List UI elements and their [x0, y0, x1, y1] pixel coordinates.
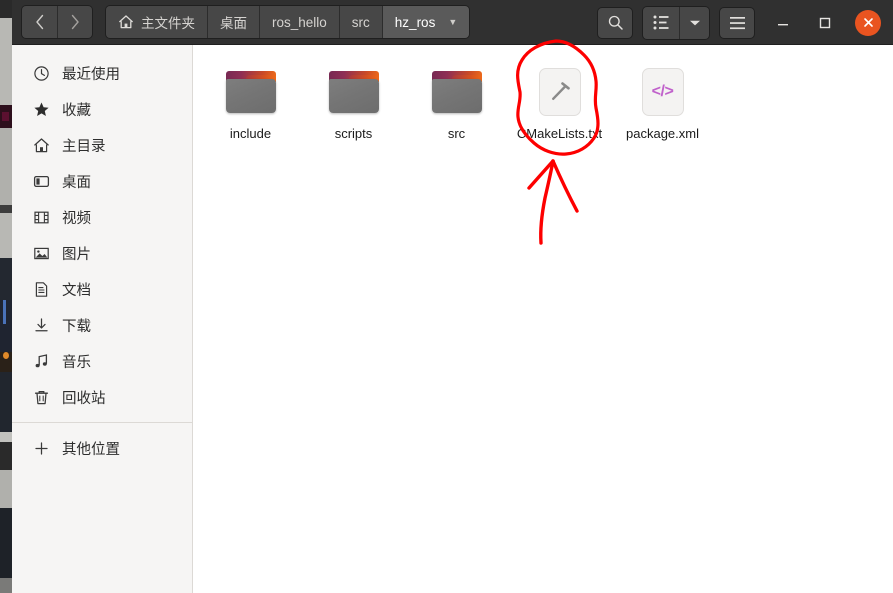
sidebar-divider — [12, 422, 192, 423]
sidebar-item-label: 图片 — [62, 246, 91, 263]
close-button[interactable] — [855, 9, 881, 36]
icon-grid: include scripts src CMakeLists.txt </> p… — [193, 61, 893, 150]
minimize-icon — [778, 23, 788, 25]
breadcrumb-label: 桌面 — [220, 16, 247, 31]
file-name-label: include — [229, 126, 272, 141]
background-desktop-strip — [0, 0, 12, 593]
search-icon — [608, 15, 623, 30]
file-name-label: src — [447, 126, 466, 141]
sidebar-item-desktop[interactable]: 桌面 — [18, 163, 186, 199]
breadcrumb-item-hz-ros[interactable]: hz_ros ▼ — [381, 6, 470, 38]
hamburger-menu-icon — [729, 16, 745, 29]
clock-icon — [32, 64, 50, 82]
breadcrumb-item-ros-hello[interactable]: ros_hello — [259, 6, 339, 38]
sidebar-item-videos[interactable]: 视频 — [18, 199, 186, 235]
sidebar-item-label: 下载 — [62, 318, 91, 335]
breadcrumb-label: 主文件夹 — [141, 16, 195, 31]
folder-icon — [224, 65, 278, 119]
header-toolbar — [588, 0, 893, 45]
music-note-icon — [32, 352, 50, 370]
back-button[interactable] — [22, 6, 57, 38]
sidebar: 最近使用 收藏 主目录 桌面 视频 图片 文档 下载 音乐 回收站 其他位置 — [12, 45, 193, 593]
film-icon — [32, 208, 50, 226]
list-view-button[interactable] — [643, 6, 679, 39]
maximize-button[interactable] — [811, 9, 839, 37]
breadcrumb-item-home[interactable]: 主文件夹 — [106, 6, 207, 38]
chevron-down-icon — [689, 20, 700, 25]
sidebar-item-label: 回收站 — [62, 390, 106, 407]
maximize-icon — [819, 17, 831, 28]
file-item-package-xml[interactable]: </> package.xml — [611, 61, 714, 150]
chevron-down-icon[interactable]: ▼ — [448, 17, 457, 27]
home-icon — [32, 136, 50, 154]
file-item-include[interactable]: include — [199, 61, 302, 150]
bg-accent — [2, 112, 9, 121]
desktop-icon — [32, 172, 50, 190]
sidebar-item-starred[interactable]: 收藏 — [18, 91, 186, 127]
file-name-label: CMakeLists.txt — [516, 126, 603, 141]
close-icon — [863, 18, 873, 27]
sidebar-item-other-locations[interactable]: 其他位置 — [18, 430, 186, 466]
breadcrumb-item-src[interactable]: src — [338, 6, 382, 38]
hammer-icon — [551, 82, 570, 100]
breadcrumb-label: hz_ros — [394, 14, 436, 30]
main-menu-button[interactable] — [719, 6, 755, 39]
list-view-icon — [653, 15, 669, 30]
code-glyph: </> — [651, 83, 674, 100]
view-options-button[interactable] — [679, 6, 709, 39]
sidebar-item-music[interactable]: 音乐 — [18, 343, 186, 379]
sidebar-item-pictures[interactable]: 图片 — [18, 235, 186, 271]
file-name-label: scripts — [334, 126, 373, 141]
file-item-cmakelists[interactable]: CMakeLists.txt — [508, 61, 611, 150]
sidebar-item-label: 最近使用 — [62, 66, 120, 83]
file-item-src[interactable]: src — [405, 61, 508, 150]
forward-button[interactable] — [57, 6, 92, 38]
file-list-view[interactable]: include scripts src CMakeLists.txt </> p… — [193, 45, 893, 593]
sidebar-item-label: 文档 — [62, 282, 91, 299]
view-mode-controls — [642, 5, 710, 40]
sidebar-item-home[interactable]: 主目录 — [18, 127, 186, 163]
navigation-buttons — [21, 5, 93, 39]
build-file-icon — [533, 65, 587, 119]
sidebar-item-label: 其他位置 — [62, 441, 120, 458]
home-icon — [118, 14, 134, 30]
sidebar-item-recent[interactable]: 最近使用 — [18, 55, 186, 91]
breadcrumb-label: src — [351, 14, 370, 30]
sidebar-item-label: 音乐 — [62, 354, 91, 371]
document-icon — [32, 280, 50, 298]
sidebar-item-documents[interactable]: 文档 — [18, 271, 186, 307]
breadcrumb: 主文件夹 桌面 ros_hello src hz_ros ▼ — [105, 5, 471, 39]
forward-icon — [71, 14, 79, 30]
trash-icon — [32, 388, 50, 406]
sidebar-item-label: 收藏 — [62, 102, 91, 119]
header-bar: 主文件夹 桌面 ros_hello src hz_ros ▼ — [12, 0, 893, 45]
sidebar-item-downloads[interactable]: 下载 — [18, 307, 186, 343]
image-icon — [32, 244, 50, 262]
breadcrumb-item-desktop[interactable]: 桌面 — [207, 6, 259, 38]
breadcrumb-label: ros_hello — [272, 14, 327, 30]
code-file-icon: </> — [636, 65, 690, 119]
file-item-scripts[interactable]: scripts — [302, 61, 405, 150]
search-button[interactable] — [597, 6, 633, 39]
plus-icon — [32, 439, 50, 457]
sidebar-item-label: 桌面 — [62, 174, 91, 191]
star-icon — [32, 100, 50, 118]
folder-icon — [430, 65, 484, 119]
sidebar-item-trash[interactable]: 回收站 — [18, 379, 186, 415]
sidebar-item-label: 视频 — [62, 210, 91, 227]
folder-icon — [327, 65, 381, 119]
minimize-button[interactable] — [769, 9, 797, 37]
bg-accent — [3, 352, 9, 359]
download-icon — [32, 316, 50, 334]
sidebar-item-label: 主目录 — [62, 138, 106, 155]
window-body: 最近使用 收藏 主目录 桌面 视频 图片 文档 下载 音乐 回收站 其他位置 i… — [12, 45, 893, 593]
file-manager-window: 主文件夹 桌面 ros_hello src hz_ros ▼ 最近使用 收藏 主… — [12, 0, 893, 593]
file-name-label: package.xml — [626, 126, 699, 141]
back-icon — [35, 14, 43, 30]
bg-accent — [3, 300, 6, 324]
